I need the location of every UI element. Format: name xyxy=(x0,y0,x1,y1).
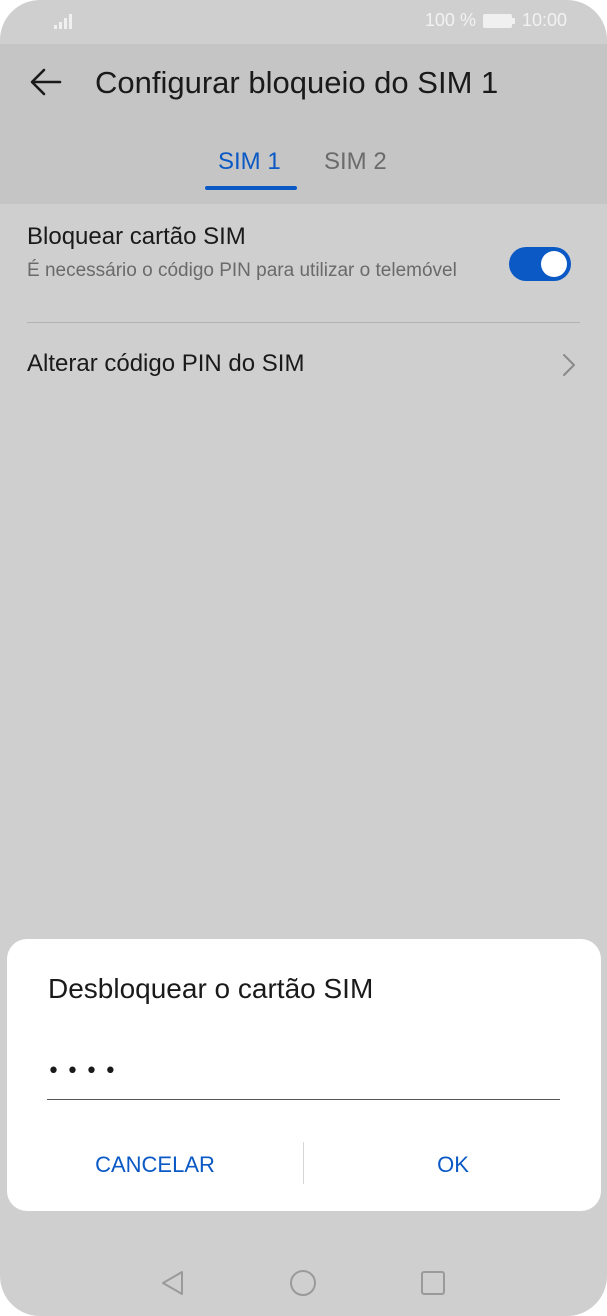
unlock-sim-dialog: Desbloquear o cartão SIM CANCELAR OK xyxy=(7,939,601,1211)
pin-input[interactable] xyxy=(47,1043,560,1100)
battery-icon xyxy=(482,13,515,28)
tab-sim1[interactable]: SIM 1 xyxy=(218,148,281,176)
lock-sim-subtitle: É necessário o código PIN para utilizar … xyxy=(27,260,457,281)
lock-sim-toggle[interactable] xyxy=(509,247,571,281)
divider xyxy=(27,322,580,323)
page-title: Configurar bloqueio do SIM 1 xyxy=(95,65,499,100)
nav-home-icon[interactable] xyxy=(288,1268,318,1298)
chevron-right-icon xyxy=(563,354,575,376)
lock-sim-row[interactable]: Bloquear cartão SIM É necessário o códig… xyxy=(0,204,607,324)
cancel-button[interactable]: CANCELAR xyxy=(7,1143,303,1187)
tab-indicator xyxy=(205,186,297,190)
status-bar: 100 % 10:00 xyxy=(0,0,607,44)
ok-button[interactable]: OK xyxy=(305,1143,601,1187)
battery-percent: 100 % xyxy=(424,10,476,30)
dialog-title: Desbloquear o cartão SIM xyxy=(48,973,374,1004)
toggle-knob xyxy=(541,251,567,277)
status-right: 100 % 10:00 xyxy=(425,10,567,31)
back-arrow-icon[interactable] xyxy=(28,64,64,100)
app-header: Configurar bloqueio do SIM 1 SIM 1 SIM 2 xyxy=(0,44,607,204)
signal-icon xyxy=(54,14,72,29)
nav-recent-icon[interactable] xyxy=(418,1268,448,1298)
change-pin-row[interactable]: Alterar código PIN do SIM xyxy=(0,324,607,406)
button-separator xyxy=(303,1142,304,1184)
navigation-bar xyxy=(0,1250,607,1316)
lock-sim-title: Bloquear cartão SIM xyxy=(27,223,246,250)
clock: 10:00 xyxy=(521,10,567,30)
change-pin-title: Alterar código PIN do SIM xyxy=(27,350,305,377)
phone-screen: 100 % 10:00 Configurar bloqueio do SIM 1… xyxy=(0,0,607,1316)
nav-back-icon[interactable] xyxy=(158,1268,188,1298)
tab-sim2[interactable]: SIM 2 xyxy=(324,148,387,176)
